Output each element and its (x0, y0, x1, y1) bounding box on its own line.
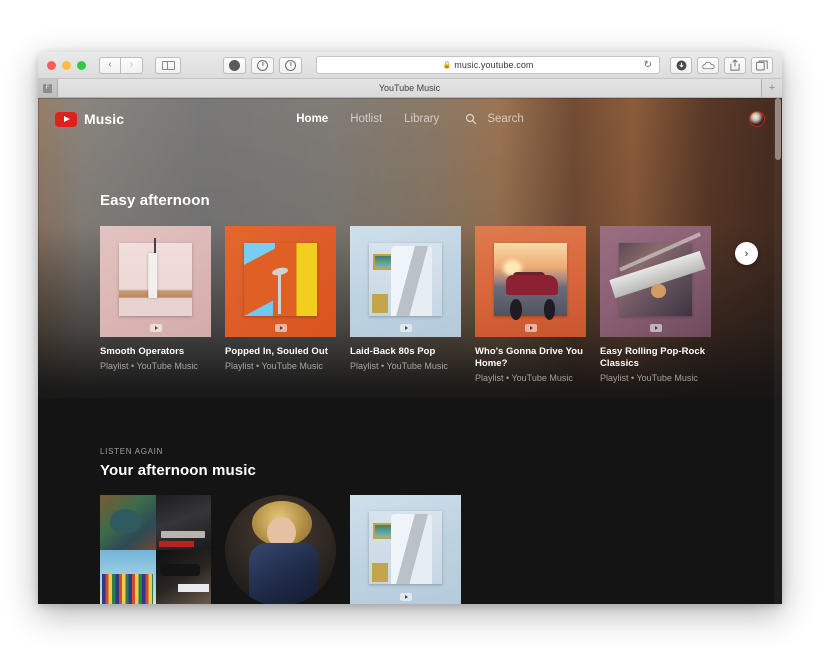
tab-youtube-music[interactable]: YouTube Music (58, 79, 762, 97)
zoom-window-button[interactable] (77, 60, 86, 70)
playlist-title: Easy Rolling Pop-Rock Classics (600, 346, 706, 370)
youtube-badge-icon (399, 592, 412, 601)
playlist-artwork (350, 226, 461, 337)
toolbar-right-buttons (670, 56, 773, 74)
scrollbar-thumb[interactable] (775, 98, 781, 160)
playlist-title: Smooth Operators (100, 346, 185, 357)
window-controls (47, 60, 86, 70)
favicon-icon: F (43, 83, 52, 93)
youtube-badge-icon (399, 324, 412, 332)
forward-button[interactable]: › (121, 56, 143, 74)
playlist-title: Laid-Back 80s Pop (350, 346, 436, 357)
playlist-subtitle: Playlist • YouTube Music (225, 361, 323, 372)
url-value: music.youtube.com (454, 60, 534, 70)
shield-button[interactable] (251, 56, 274, 74)
back-button[interactable]: ‹ (99, 56, 121, 74)
address-bar[interactable]: 🔒 music.youtube.com ↻ (316, 56, 660, 74)
artist-photo (225, 494, 336, 604)
nav-item-hotlist[interactable]: Hotlist (350, 113, 382, 125)
new-tab-button[interactable]: + (762, 79, 782, 97)
search-label: Search (487, 113, 524, 125)
sidebar-icon (161, 60, 175, 70)
main-nav: Home Hotlist Library Search (38, 113, 782, 125)
browser-toolbar: ‹ › 🔒 music.youtube.com ↻ (38, 52, 782, 79)
album-collage (100, 494, 211, 604)
avatar[interactable] (749, 111, 765, 127)
listen-again-card[interactable] (350, 494, 461, 604)
carousel-row: Smooth Operators Playlist • YouTube Musi… (100, 226, 782, 385)
navigation-buttons: ‹ › (99, 56, 143, 74)
youtube-badge-icon (649, 324, 662, 332)
nav-item-home[interactable]: Home (296, 113, 328, 125)
playlist-subtitle: Playlist • YouTube Music (350, 361, 448, 372)
playlist-subtitle: Playlist • YouTube Music (600, 373, 698, 384)
info-button[interactable] (279, 56, 302, 74)
youtube-badge-icon (149, 324, 162, 332)
playlist-artwork (350, 494, 461, 604)
listen-again-card[interactable] (100, 494, 211, 604)
share-icon (730, 59, 740, 71)
adblock-button[interactable] (223, 56, 246, 74)
playlist-artwork (600, 226, 711, 337)
playlist-artwork (475, 226, 586, 337)
minimize-window-button[interactable] (62, 60, 71, 70)
listen-again-card[interactable] (225, 494, 336, 604)
tabs-icon (756, 60, 768, 70)
search-control[interactable]: Search (465, 113, 524, 125)
playlist-artwork (225, 226, 336, 337)
shield-icon (257, 59, 268, 71)
youtube-badge-icon (524, 324, 537, 332)
tab-favicon: F (38, 79, 58, 97)
share-button[interactable] (724, 56, 746, 74)
info-icon (285, 59, 296, 71)
shelf-listen-again: LISTEN AGAIN Your afternoon music (38, 447, 782, 604)
page-content: Music Home Hotlist Library Search Easy a… (38, 98, 782, 604)
nav-item-library[interactable]: Library (404, 113, 439, 125)
download-icon (676, 60, 686, 70)
page-scrollbar[interactable] (774, 98, 782, 604)
playlist-card[interactable]: Laid-Back 80s Pop Playlist • YouTube Mus… (350, 226, 461, 385)
playlist-title: Who's Gonna Drive You Home? (475, 346, 583, 370)
app-header: Music Home Hotlist Library Search (38, 98, 782, 140)
browser-window: ‹ › 🔒 music.youtube.com ↻ F YouTube Musi… (38, 52, 782, 604)
playlist-card[interactable]: Who's Gonna Drive You Home? Playlist • Y… (475, 226, 586, 385)
playlist-title: Popped In, Souled Out (225, 346, 328, 357)
playlist-card[interactable]: Popped In, Souled Out Playlist • YouTube… (225, 226, 336, 385)
carousel-row (100, 494, 782, 604)
playlist-artwork (100, 226, 211, 337)
show-tabs-button[interactable] (751, 56, 773, 74)
search-icon (465, 113, 477, 125)
sidebar-toggle-button[interactable] (155, 56, 181, 74)
lock-icon: 🔒 (442, 62, 452, 69)
extension-buttons (223, 56, 302, 74)
url-text: 🔒 music.youtube.com (442, 60, 533, 70)
playlist-card[interactable]: Easy Rolling Pop-Rock Classics Playlist … (600, 226, 711, 385)
shelf-title: Easy afternoon (100, 192, 210, 209)
tab-bar: F YouTube Music + (38, 79, 782, 98)
playlist-subtitle: Playlist • YouTube Music (475, 373, 573, 384)
shelf-easy-afternoon: Easy afternoon Smooth Operators Playlist… (38, 192, 782, 385)
youtube-badge-icon (274, 324, 287, 332)
shelf-title: Your afternoon music (100, 461, 256, 479)
icloud-button[interactable] (697, 56, 719, 74)
carousel-next-button[interactable]: › (735, 242, 758, 265)
playlist-card[interactable]: Smooth Operators Playlist • YouTube Musi… (100, 226, 211, 385)
adblock-icon (229, 59, 240, 71)
reload-icon[interactable]: ↻ (644, 60, 652, 71)
close-window-button[interactable] (47, 60, 56, 70)
shelf-eyebrow: LISTEN AGAIN (100, 446, 164, 456)
playlist-subtitle: Playlist • YouTube Music (100, 361, 198, 372)
icloud-icon (701, 61, 715, 69)
download-button[interactable] (670, 56, 692, 74)
